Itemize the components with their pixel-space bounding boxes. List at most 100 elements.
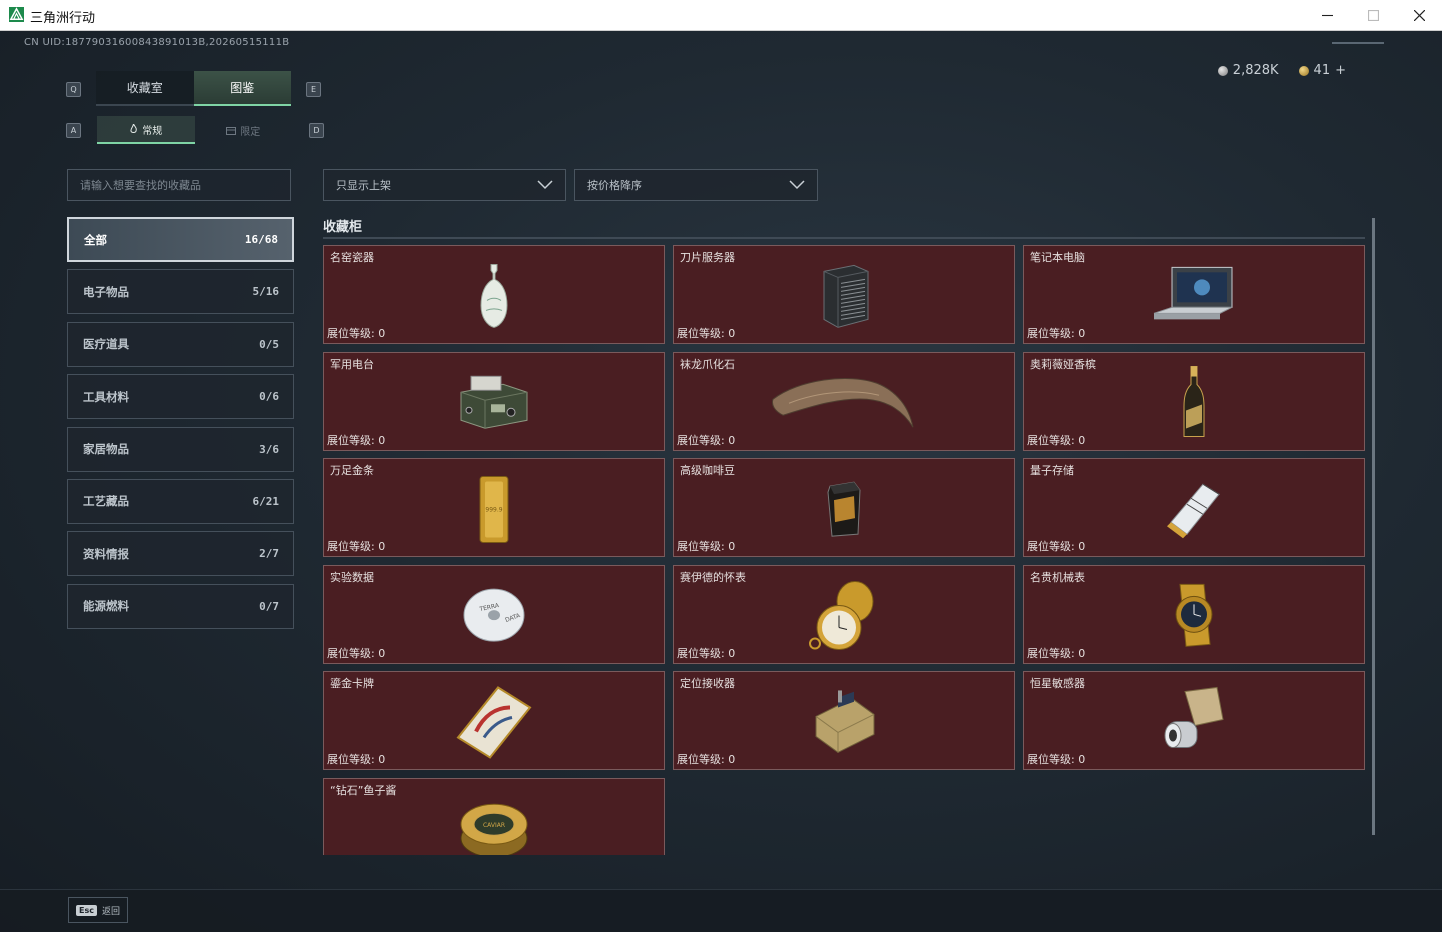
collection-card[interactable]: 高级咖啡豆 展位等级: 0: [673, 458, 1015, 557]
collection-card[interactable]: 笔记本电脑展位等级: 0: [1023, 245, 1365, 344]
add-currency-button[interactable]: +: [1335, 63, 1346, 78]
item-name: 奥莉薇娅香槟: [1030, 357, 1096, 371]
item-name: 袜龙爪化石: [680, 357, 735, 371]
player-uid: CN UID:18779031600843891013B,20260515111…: [24, 37, 290, 48]
item-name: 高级咖啡豆: [680, 464, 735, 477]
category-count: 3/6: [259, 442, 279, 456]
section-title: 收藏柜: [323, 220, 363, 235]
minimize-button[interactable]: [1304, 0, 1350, 30]
close-button[interactable]: [1396, 0, 1442, 30]
listing-filter-dropdown[interactable]: 只显示上架: [323, 169, 566, 201]
silver-amount: 2,828K: [1232, 63, 1279, 78]
caviar-tin-icon: CAVIAR: [459, 798, 529, 855]
grid-scrollbar[interactable]: [1372, 218, 1375, 835]
search-input[interactable]: 请输入想要查找的收藏品: [67, 169, 291, 201]
category-item[interactable]: 全部 16/68: [67, 217, 294, 262]
quantum-storage-icon: [1163, 478, 1225, 540]
item-name: 万足金条: [330, 464, 374, 477]
gold-coin-icon: [1298, 65, 1309, 76]
item-name: 鎏金卡牌: [330, 677, 374, 690]
booth-level: 展位等级: 0: [1027, 327, 1086, 340]
collection-card[interactable]: 名贵机械表 展位等级: 0: [1023, 564, 1365, 664]
laptop-icon: [1150, 263, 1238, 329]
collection-grid-viewport: 名窑瓷器 展位等级: 0 刀片服务器 展位等级: 0 笔记本电脑 展位等级: 0 军用电台展…: [323, 245, 1368, 855]
svg-text:CAVIAR: CAVIAR: [483, 822, 505, 829]
category-count: 16/68: [244, 233, 278, 246]
booth-level: 展位等级: 0: [327, 753, 386, 766]
item-name: 笔记本电脑: [1030, 251, 1085, 264]
category-count: 0/7: [259, 599, 279, 613]
collection-card[interactable]: 袜龙爪化石展位等级: 0: [673, 351, 1015, 451]
collection-card[interactable]: 量子存储 展位等级: 0: [1023, 458, 1365, 557]
category-item[interactable]: 家居物品 3/6: [67, 426, 294, 472]
category-item[interactable]: 电子物品 5/16: [67, 269, 294, 315]
item-name: 恒星敏感器: [1030, 677, 1085, 690]
category-count: 6/21: [252, 494, 280, 508]
blade-server-icon: [816, 261, 872, 331]
category-label: 全部: [84, 232, 107, 247]
sub-tabs: 常规 限定: [97, 116, 292, 144]
calendar-icon: [226, 126, 237, 135]
subtab-regular[interactable]: 常规: [97, 116, 195, 144]
chevron-down-icon: [537, 180, 553, 190]
search-placeholder: 请输入想要查找的收藏品: [80, 179, 201, 192]
tab-collection-room[interactable]: 收藏室: [96, 71, 194, 106]
category-count: 0/5: [259, 337, 279, 351]
bottom-bar: [0, 889, 1442, 932]
collection-card[interactable]: 定位接收器 展位等级: 0: [673, 671, 1015, 770]
pocket-watch-icon: [809, 578, 879, 654]
collection-card[interactable]: 鎏金卡牌展位等级: 0: [323, 671, 665, 770]
booth-level: 展位等级: 0: [1027, 753, 1086, 766]
collection-card[interactable]: 万足金条 999.9 展位等级: 0: [323, 458, 665, 557]
dropdown-value: 只显示上架: [336, 179, 391, 192]
maximize-icon: [1367, 9, 1379, 21]
wristwatch-icon: [1166, 582, 1222, 648]
collection-card[interactable]: 实验数据 TERRA DATA 展位等级: 0: [323, 564, 665, 664]
booth-level: 展位等级: 0: [1027, 540, 1086, 553]
subtab-limited[interactable]: 限定: [195, 116, 293, 144]
collection-card[interactable]: 赛伊德的怀表 展位等级: 0: [673, 564, 1015, 664]
booth-level: 展位等级: 0: [677, 433, 736, 447]
item-name: 定位接收器: [680, 677, 735, 690]
tab-next-key: E: [306, 82, 321, 97]
back-button[interactable]: Esc 返回: [68, 897, 128, 923]
collection-card[interactable]: 军用电台展位等级: 0: [323, 351, 665, 451]
collection-card[interactable]: 刀片服务器 展位等级: 0: [673, 245, 1015, 344]
category-label: 家居物品: [83, 442, 129, 457]
svg-text:999.9: 999.9: [485, 506, 502, 513]
collection-card[interactable]: 名窑瓷器 展位等级: 0: [323, 245, 665, 344]
window-title: 三角洲行动: [30, 11, 96, 26]
category-item[interactable]: 工艺藏品 6/21: [67, 478, 294, 524]
app-logo-icon: [9, 7, 24, 22]
category-item[interactable]: 医疗道具 0/5: [67, 321, 294, 367]
tab-label: 图鉴: [230, 81, 255, 95]
collection-grid: 名窑瓷器 展位等级: 0 刀片服务器 展位等级: 0 笔记本电脑 展位等级: 0 军用电台展…: [323, 245, 1368, 855]
collection-card[interactable]: 奥莉薇娅香槟 展位等级: 0: [1023, 351, 1365, 451]
sort-dropdown[interactable]: 按价格降序: [574, 169, 818, 201]
maximize-button[interactable]: [1350, 0, 1396, 30]
gold-currency[interactable]: 41 +: [1298, 63, 1346, 78]
tab-prev-key: Q: [66, 82, 81, 97]
back-label: 返回: [101, 906, 120, 917]
category-item[interactable]: 资料情报 2/7: [67, 531, 294, 577]
tab-label: 收藏室: [126, 81, 163, 95]
booth-level: 展位等级: 0: [327, 433, 386, 447]
item-name: “钻石”鱼子酱: [330, 783, 397, 797]
category-count: 2/7: [259, 547, 279, 561]
category-item[interactable]: 能源燃料 0/7: [67, 583, 294, 629]
coffee-bag-icon: [824, 480, 864, 538]
collection-card[interactable]: 恒星敏感器展位等级: 0: [1023, 671, 1365, 770]
category-count: 5/16: [252, 285, 280, 299]
booth-level: 展位等级: 0: [327, 327, 386, 340]
item-name: 军用电台: [330, 357, 374, 371]
champagne-bottle-icon: [1182, 365, 1206, 441]
data-disc-icon: TERRA DATA: [462, 586, 526, 644]
tab-catalog[interactable]: 图鉴: [193, 71, 291, 106]
collection-card[interactable]: “钻石”鱼子酱CAVIAR展位等级: 0: [323, 777, 665, 855]
esc-key: Esc: [76, 904, 97, 916]
chevron-down-icon: [789, 180, 805, 190]
header-divider: [1332, 42, 1384, 44]
category-item[interactable]: 工具材料 0/6: [67, 374, 294, 420]
minimize-icon: [1321, 14, 1333, 16]
silver-currency: 2,828K: [1217, 63, 1279, 78]
